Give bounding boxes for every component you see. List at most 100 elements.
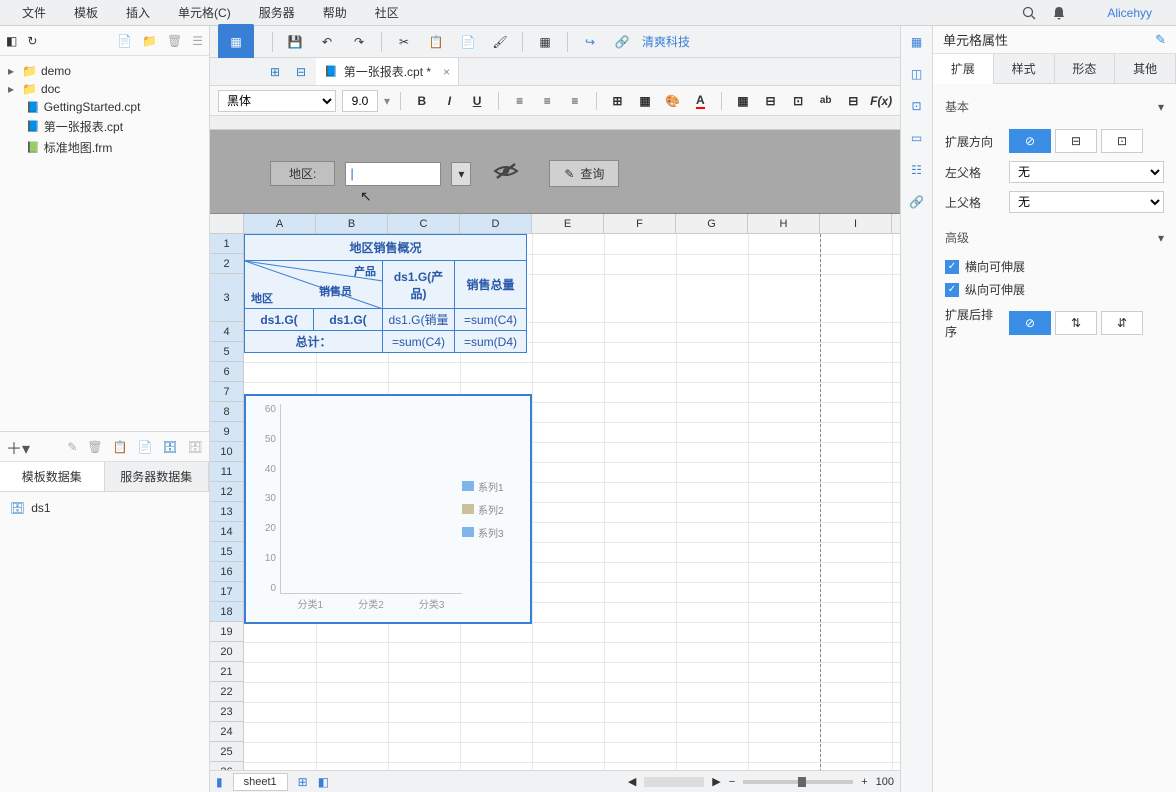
cut-icon[interactable]: ✂	[392, 30, 416, 54]
col-header[interactable]: H	[748, 214, 820, 233]
prop-tab-style[interactable]: 样式	[994, 54, 1055, 84]
zoom-minus[interactable]: −	[729, 776, 735, 788]
row-header[interactable]: 22	[210, 682, 244, 702]
borders-icon[interactable]: ⊞	[607, 90, 629, 112]
row-header[interactable]: 21	[210, 662, 244, 682]
brand-icon[interactable]: ▦	[218, 24, 254, 60]
sheet-icon2[interactable]: ◧	[318, 775, 329, 789]
region-input[interactable]	[345, 162, 441, 186]
rail-condition-icon[interactable]: ⊡	[907, 96, 927, 116]
font-size-input[interactable]	[342, 90, 378, 112]
italic-button[interactable]: I	[439, 90, 461, 112]
insert-col-icon[interactable]: ⊡	[787, 90, 809, 112]
row-header[interactable]: 13	[210, 502, 244, 522]
undo-icon[interactable]: ↶	[315, 30, 339, 54]
row-header[interactable]: 3	[210, 274, 244, 322]
share-icon[interactable]: ↪	[578, 30, 602, 54]
up-parent-select[interactable]: 无	[1009, 191, 1164, 213]
formula-cell[interactable]: =sum(C4)	[383, 331, 455, 353]
row-header[interactable]: 9	[210, 422, 244, 442]
bold-button[interactable]: B	[411, 90, 433, 112]
row-header[interactable]: 25	[210, 742, 244, 762]
row-header[interactable]: 16	[210, 562, 244, 582]
row-header[interactable]: 11	[210, 462, 244, 482]
data-cell[interactable]: =sum(C4)	[455, 309, 527, 331]
prop-tab-other[interactable]: 其他	[1115, 54, 1176, 84]
font-select[interactable]: 黑体	[218, 90, 336, 112]
row-header[interactable]: 8	[210, 402, 244, 422]
dropdown-icon[interactable]: ▾	[451, 162, 471, 186]
rail-chain-icon[interactable]: 🔗	[907, 192, 927, 212]
row-header[interactable]: 12	[210, 482, 244, 502]
visibility-toggle-icon[interactable]	[493, 161, 519, 187]
row-header[interactable]: 17	[210, 582, 244, 602]
refresh-icon[interactable]: ↻	[27, 34, 37, 48]
align-left-icon[interactable]: ≡	[509, 90, 531, 112]
dataset-item[interactable]: 🗄ds1	[10, 498, 199, 518]
grid-icon[interactable]: ⊞	[264, 61, 286, 83]
tree-file[interactable]: 📘GettingStarted.cpt	[4, 98, 205, 116]
db-icon[interactable]: 🗄	[163, 440, 178, 454]
text-icon[interactable]: ab	[815, 90, 837, 112]
add-dataset-icon[interactable]: ＋▾	[6, 435, 30, 459]
menu-server[interactable]: 服务器	[245, 4, 309, 21]
rail-float-icon[interactable]: ☷	[907, 160, 927, 180]
col-header[interactable]: B	[316, 214, 388, 233]
preview-icon[interactable]: ▦	[533, 30, 557, 54]
row-header[interactable]: 23	[210, 702, 244, 722]
pin-icon[interactable]: ✎	[1155, 32, 1166, 48]
font-color-icon[interactable]: A	[689, 90, 711, 112]
tree-folder[interactable]: ▸📁doc	[4, 80, 205, 98]
data-cell[interactable]: ds1.G(	[314, 309, 383, 331]
col-header[interactable]: D	[460, 214, 532, 233]
expand-none-button[interactable]: ⊘	[1009, 129, 1051, 153]
save-icon[interactable]: 💾	[283, 30, 307, 54]
formula-icon[interactable]: F(x)	[870, 90, 892, 112]
prop-tab-form[interactable]: 形态	[1055, 54, 1116, 84]
rail-widget-icon[interactable]: ◫	[907, 64, 927, 84]
document-tab[interactable]: 📘 第一张报表.cpt * ×	[316, 58, 459, 85]
menu-template[interactable]: 模板	[60, 4, 112, 21]
table-icon[interactable]: ▦	[732, 90, 754, 112]
scroll-left-icon[interactable]: ◀	[628, 775, 636, 788]
collapse-icon[interactable]: ◧	[6, 34, 17, 48]
bell-icon[interactable]	[1047, 1, 1071, 25]
row-header[interactable]: 7	[210, 382, 244, 402]
row-header[interactable]: 4	[210, 322, 244, 342]
row-header[interactable]: 24	[210, 722, 244, 742]
zoom-slider[interactable]	[743, 780, 853, 784]
row-header[interactable]: 1	[210, 234, 244, 254]
row-header[interactable]: 10	[210, 442, 244, 462]
left-parent-select[interactable]: 无	[1009, 161, 1164, 183]
rail-link-icon[interactable]: ▭	[907, 128, 927, 148]
sort-none-button[interactable]: ⊘	[1009, 311, 1051, 335]
sort-asc-button[interactable]: ⇅	[1055, 311, 1097, 335]
row-header[interactable]: 15	[210, 542, 244, 562]
merge-icon[interactable]: ▦	[634, 90, 656, 112]
paste-icon[interactable]: 📄	[138, 440, 153, 454]
folder-icon[interactable]: 📁	[142, 34, 157, 48]
data-cell[interactable]: ds1.G(	[245, 309, 314, 331]
header-cell[interactable]: ds1.G(产品)	[383, 261, 455, 309]
db2-icon[interactable]: 🗄	[188, 440, 203, 454]
checkbox-vertical-stretch[interactable]: ✓纵向可伸展	[945, 281, 1164, 298]
expand-horizontal-button[interactable]: ⊟	[1055, 129, 1097, 153]
col-header[interactable]: I	[820, 214, 892, 233]
align-center-icon[interactable]: ≡	[536, 90, 558, 112]
fill-color-icon[interactable]: 🎨	[662, 90, 684, 112]
delete-icon[interactable]: 🗑	[167, 34, 182, 48]
spreadsheet-grid[interactable]: A B C D E F G H I 1234567891011121314151…	[210, 214, 900, 770]
collapse-icon[interactable]: ▾	[1158, 100, 1164, 114]
formula-cell[interactable]: =sum(D4)	[455, 331, 527, 353]
sheet-tab[interactable]: sheet1	[233, 773, 288, 791]
col-header[interactable]: G	[676, 214, 748, 233]
prop-tab-expand[interactable]: 扩展	[933, 54, 994, 84]
checkbox-horizontal-stretch[interactable]: ✓横向可伸展	[945, 258, 1164, 275]
underline-button[interactable]: U	[466, 90, 488, 112]
tree-file[interactable]: 📗标准地图.frm	[4, 137, 205, 158]
row-header[interactable]: 19	[210, 622, 244, 642]
query-button[interactable]: ✎ 查询	[549, 160, 619, 187]
report-design-table[interactable]: 地区销售概况 产品 销售员 地区 ds1.G(产品) 销售总量	[244, 234, 527, 353]
col-header[interactable]: C	[388, 214, 460, 233]
row-header[interactable]: 5	[210, 342, 244, 362]
